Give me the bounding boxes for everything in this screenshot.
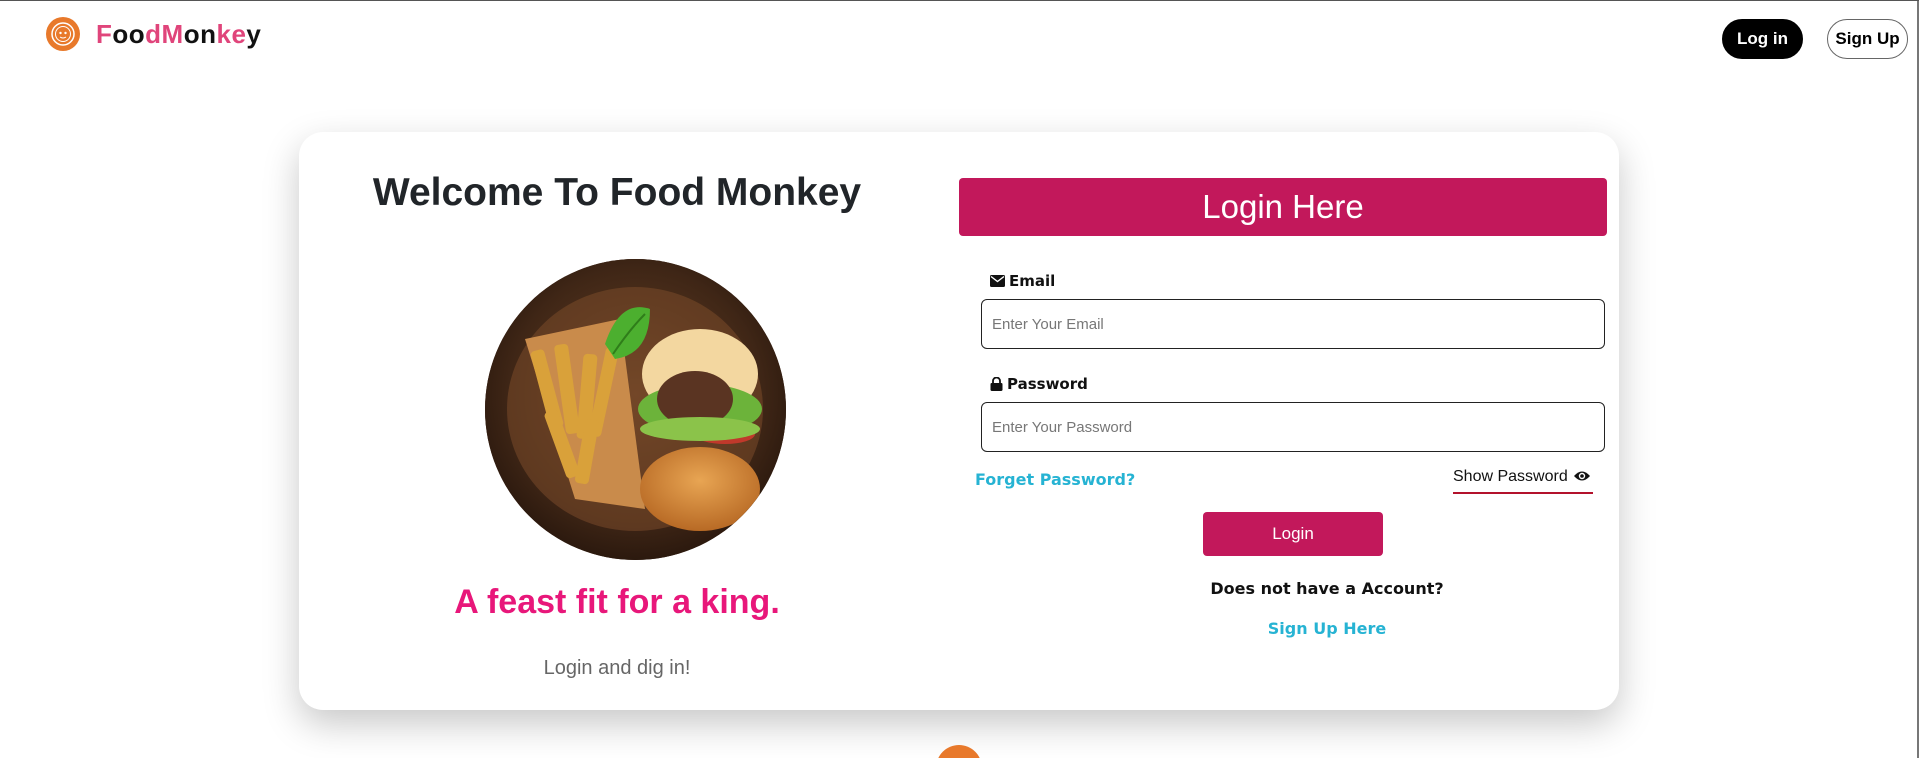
- login-card: Welcome To Food Monkey A feast fit for a…: [299, 132, 1619, 710]
- welcome-title: Welcome To Food Monkey: [372, 171, 862, 214]
- signup-here-link[interactable]: Sign Up Here: [959, 619, 1607, 638]
- email-label: Email: [990, 272, 1055, 290]
- tagline: A feast fit for a king.: [454, 583, 780, 621]
- forget-password-link[interactable]: Forget Password?: [975, 470, 1135, 489]
- lock-icon: [990, 377, 1003, 391]
- nav-login-button[interactable]: Log in: [1722, 19, 1803, 59]
- food-image: [485, 259, 786, 560]
- brand[interactable]: FoodMonkey: [46, 17, 261, 51]
- footer-logo-icon: [936, 745, 982, 758]
- password-label: Password: [990, 375, 1088, 393]
- login-header: Login Here: [959, 178, 1607, 236]
- password-label-text: Password: [1007, 375, 1088, 393]
- email-input[interactable]: [981, 299, 1605, 349]
- show-password-toggle[interactable]: Show Password: [1453, 468, 1593, 494]
- subline: Login and dig in!: [543, 657, 691, 679]
- login-button[interactable]: Login: [1203, 512, 1383, 556]
- no-account-text: Does not have a Account?: [1210, 579, 1444, 598]
- eye-icon: [1573, 471, 1590, 481]
- nav-signup-button[interactable]: Sign Up: [1827, 19, 1908, 59]
- brand-name: FoodMonkey: [96, 18, 262, 49]
- envelope-icon: [990, 275, 1005, 287]
- email-label-text: Email: [1009, 272, 1056, 290]
- navbar: FoodMonkey Log in Sign Up: [0, 1, 1919, 73]
- monkey-logo-icon: [46, 17, 80, 51]
- show-password-label: Show Password: [1453, 468, 1568, 485]
- password-input[interactable]: [981, 402, 1605, 452]
